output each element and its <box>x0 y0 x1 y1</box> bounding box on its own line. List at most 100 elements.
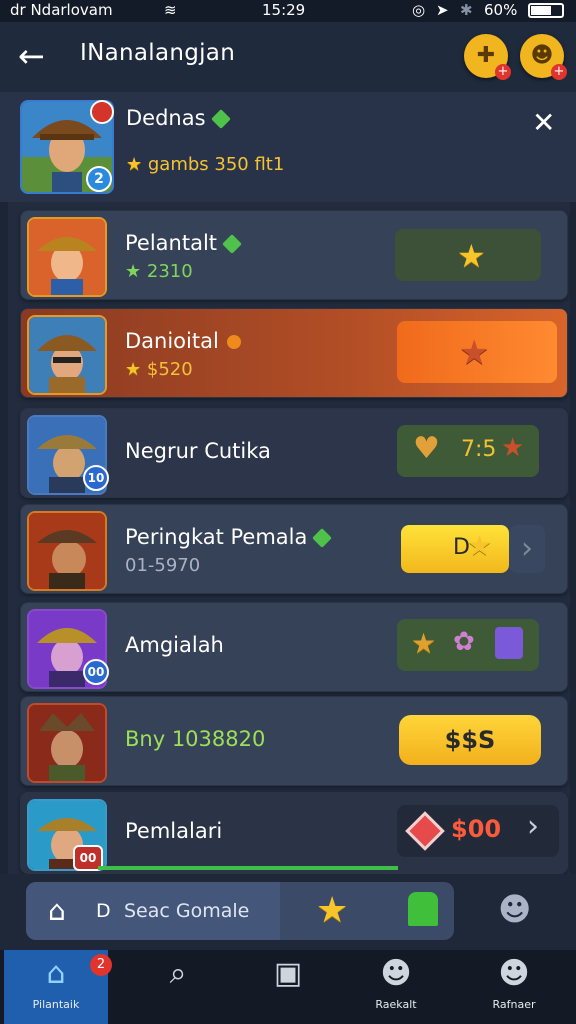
reward-button[interactable]: ♥ 7:5 ★ <box>397 425 539 477</box>
player-name-text: Danioital <box>125 329 219 353</box>
gem-icon <box>210 109 231 129</box>
level-badge: 2 <box>86 166 112 192</box>
gem-icon <box>312 528 333 548</box>
battery-icon <box>528 3 564 18</box>
person-icon: ☻ <box>380 956 412 991</box>
quick-dock: ⌂ D Seac Gomale ★ ☻ <box>0 874 576 950</box>
price-button[interactable]: $00 › <box>397 805 559 857</box>
list-item[interactable]: 10 Negrur Cutika ♥ 7:5 ★ <box>20 408 568 498</box>
reward-value: 7:5 <box>461 437 497 462</box>
star-button[interactable]: ★ <box>397 321 557 383</box>
back-arrow-icon[interactable]: ← <box>18 36 58 76</box>
tab-label: Pilantaik <box>32 998 80 1011</box>
star-icon: ★ <box>467 529 493 562</box>
bluetooth-icon: ✱ <box>460 1 473 19</box>
list-item[interactable]: Peringkat Pemala 01-5970 D ★ › <box>20 504 568 594</box>
player-rank: 01-5970 <box>125 555 201 576</box>
notification-dot-icon <box>90 100 114 124</box>
gift-icon: ✿ <box>453 627 475 657</box>
star-icon: ★ <box>125 359 142 380</box>
chest-icon <box>495 627 523 659</box>
person-icon[interactable]: ☻ <box>498 890 531 928</box>
progress-bar <box>98 866 398 870</box>
star-icon: ★ <box>501 433 525 463</box>
search-input[interactable]: Seac Gomale <box>124 900 249 922</box>
tab-label: Rafnaer <box>492 998 536 1011</box>
player-name: Pelantalt <box>125 231 242 255</box>
star-icon: ★ <box>125 261 142 282</box>
avatar <box>27 217 107 297</box>
coin-icon <box>223 332 244 352</box>
player-name: Negrur Cutika <box>125 439 271 463</box>
rank-button[interactable]: D ★ <box>401 525 509 573</box>
list-item[interactable]: 00 Pemlalari $00 › <box>20 792 568 874</box>
list-item[interactable]: Bny 1038820 $$S <box>20 696 568 786</box>
alarm-icon: ◎ <box>412 1 426 19</box>
avatar <box>27 315 107 395</box>
player-name: Amgialah <box>125 633 224 657</box>
star-icon[interactable]: ★ <box>316 890 348 931</box>
search-prefix: D <box>96 900 111 922</box>
tab-label: Raekalt <box>375 998 417 1011</box>
player-name: Danioital <box>125 329 244 353</box>
star-icon: ★ <box>126 154 143 175</box>
chevron-right-icon[interactable]: › <box>509 525 545 573</box>
player-score: ★ 2310 <box>125 261 193 282</box>
close-icon[interactable]: ✕ <box>532 106 555 139</box>
diamond-icon <box>405 811 445 851</box>
search-bar[interactable]: ⌂ D Seac Gomale ★ <box>26 882 454 940</box>
player-score-text: $520 <box>146 359 193 380</box>
player-name-text: Pelantalt <box>125 231 218 255</box>
profile-card: 2 Dednas ★ gambs 350 flt1 ✕ <box>0 92 576 202</box>
profile-stats-text: gambs 350 flt1 <box>147 154 285 175</box>
chevron-right-icon: › <box>527 809 539 844</box>
buy-button[interactable]: $$S <box>399 715 541 765</box>
status-carrier: dr Ndarlovam <box>10 1 113 19</box>
player-name: Peringkat Pemala <box>125 525 333 549</box>
tab-bar: ⌂ Pilantaik 2 ⌕ ▣ ☻ Raekalt ☻ Rafnaer <box>0 950 576 1024</box>
player-name: Pemlalari <box>125 819 223 843</box>
avatar <box>27 511 107 591</box>
list-item[interactable]: Danioital ★ $520 ★ <box>20 308 568 398</box>
header: ← INanalangjan ✚ + ☻ + <box>0 22 576 92</box>
star-button[interactable]: ★ <box>395 229 541 281</box>
plus-badge-icon: + <box>551 64 567 80</box>
profile-name: Dednas <box>126 106 231 130</box>
profile-name-text: Dednas <box>126 106 206 130</box>
search-icon: ⌕ <box>169 956 187 991</box>
player-name-text: Peringkat Pemala <box>125 525 308 549</box>
page-title: INanalangjan <box>80 40 236 66</box>
gem-icon <box>222 234 242 254</box>
player-score: ★ $520 <box>125 359 193 380</box>
star-icon: ★ <box>411 627 437 660</box>
plus-badge-icon: + <box>495 64 511 80</box>
notification-badge: 2 <box>90 954 112 976</box>
level-badge: 00 <box>83 659 109 685</box>
tab-search[interactable]: ⌕ <box>126 950 230 1024</box>
list-item[interactable]: 00 Amgialah ★ ✿ <box>20 602 568 692</box>
leaderboard-list: Pelantalt ★ 2310 ★ Danioital ★ $520 ★ 10… <box>8 202 570 874</box>
tab-ranking[interactable]: ☻ Raekalt <box>344 950 448 1024</box>
price-value: $00 <box>451 815 502 843</box>
home-icon[interactable]: ⌂ <box>48 894 66 927</box>
list-item[interactable]: Pelantalt ★ 2310 ★ <box>20 210 568 300</box>
person-icon: ☻ <box>498 956 530 991</box>
level-badge: 10 <box>83 465 109 491</box>
items-button[interactable]: ★ ✿ <box>397 619 539 671</box>
avatar <box>27 703 107 783</box>
player-name: Bny 1038820 <box>125 727 266 751</box>
box-icon: ▣ <box>273 956 303 991</box>
battery-percent: 60% <box>484 1 518 19</box>
search-field[interactable]: ⌂ D Seac Gomale <box>26 882 280 940</box>
status-bar: dr Ndarlovam ≋ 15:29 ◎ ➤ ✱ 60% <box>0 0 576 22</box>
profile-add-button[interactable]: ☻ + <box>520 34 567 80</box>
player-score-text: 2310 <box>146 261 193 282</box>
heart-icon: ♥ <box>413 431 440 466</box>
star-icon: ★ <box>457 237 486 275</box>
tab-inventory[interactable]: ▣ <box>236 950 340 1024</box>
tab-profile[interactable]: ☻ Rafnaer <box>462 950 566 1024</box>
star-icon: ★ <box>459 333 490 373</box>
tab-home[interactable]: ⌂ Pilantaik 2 <box>4 950 112 1024</box>
house-icon[interactable] <box>408 892 438 926</box>
add-friend-button[interactable]: ✚ + <box>464 34 511 80</box>
